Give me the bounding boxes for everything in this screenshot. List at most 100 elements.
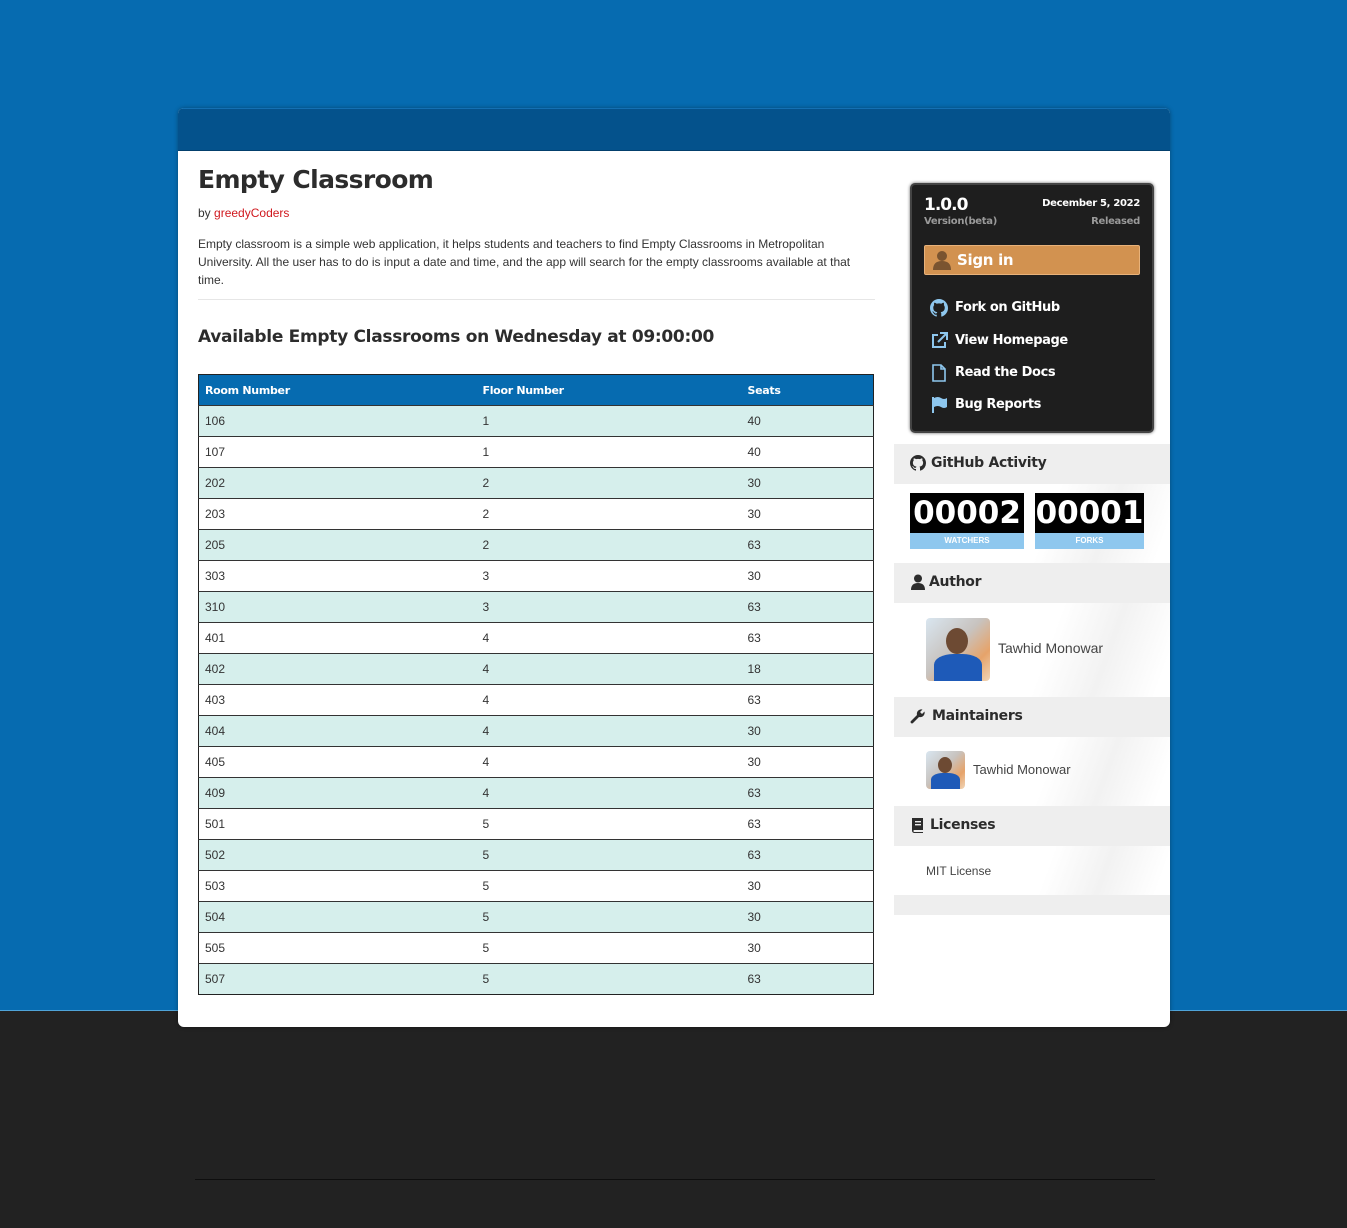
main-column: Empty Classroom by greedyCoders Empty cl…	[198, 164, 875, 995]
maintainers-heading: Maintainers	[932, 708, 1023, 724]
column-header-room-number: Room Number	[198, 374, 477, 406]
owner-link[interactable]: greedyCoders	[214, 206, 289, 220]
flag-icon	[932, 397, 947, 413]
release-date-label: Released	[1091, 216, 1140, 227]
wrench-icon	[910, 709, 925, 724]
seats-cell: 40	[741, 405, 874, 437]
forks-label: FORKS	[1035, 533, 1144, 549]
user-icon	[911, 574, 925, 590]
seats-cell: 30	[741, 715, 874, 747]
table-row: 107 1 40	[198, 436, 874, 468]
table-row: 402 4 18	[198, 653, 874, 685]
mit-license-link[interactable]: MIT License	[926, 864, 991, 878]
results-heading: Available Empty Classrooms on Wednesday …	[198, 327, 715, 347]
seats-cell: 30	[741, 932, 874, 964]
table-row: 202 2 30	[198, 467, 874, 499]
content-card: Empty Classroom by greedyCoders Empty cl…	[178, 108, 1170, 1027]
seats-cell: 18	[741, 653, 874, 685]
seats-cell: 30	[741, 560, 874, 592]
top-nav-bar	[178, 108, 1170, 151]
room-number-cell: 203	[198, 498, 477, 530]
floor-number-cell: 4	[476, 746, 742, 778]
seats-cell: 63	[741, 591, 874, 623]
column-header-seats: Seats	[741, 374, 874, 406]
watchers-counter[interactable]: 00002 WATCHERS	[910, 493, 1024, 549]
floor-number-cell: 4	[476, 684, 742, 716]
seats-cell: 30	[741, 901, 874, 933]
licenses-header: Licenses	[894, 806, 1170, 846]
avatar-face	[946, 628, 968, 654]
external-link-icon	[932, 332, 948, 348]
release-box: 1.0.0 Version(beta) December 5, 2022 Rel…	[910, 183, 1154, 433]
table-row: 106 1 40	[198, 405, 874, 437]
author-header: Author	[894, 563, 1170, 603]
author-name[interactable]: Tawhid Monowar	[998, 640, 1103, 656]
avatar-shirt	[934, 654, 982, 681]
book-icon	[911, 818, 923, 833]
avatar-face	[938, 757, 952, 773]
room-number-cell: 310	[198, 591, 477, 623]
room-number-cell: 404	[198, 715, 477, 747]
sign-in-label: Sign in	[957, 251, 1014, 269]
seats-cell: 63	[741, 622, 874, 654]
floor-number-cell: 1	[476, 405, 742, 437]
table-row: 205 2 63	[198, 529, 874, 561]
floor-number-cell: 3	[476, 591, 742, 623]
licenses-heading: Licenses	[930, 817, 996, 833]
watchers-count: 00002	[910, 493, 1024, 533]
table-row: 203 2 30	[198, 498, 874, 530]
github-icon	[910, 455, 926, 471]
user-icon	[933, 251, 951, 270]
maintainer-avatar[interactable]	[926, 751, 965, 789]
github-activity-header: GitHub Activity	[894, 444, 1170, 484]
seats-cell: 63	[741, 839, 874, 871]
table-row: 303 3 30	[198, 560, 874, 592]
read-the-docs-label: Read the Docs	[955, 365, 1056, 380]
maintainers-header: Maintainers	[894, 697, 1170, 737]
forks-counter[interactable]: 00001 FORKS	[1035, 493, 1144, 549]
seats-cell: 63	[741, 808, 874, 840]
table-row: 405 4 30	[198, 746, 874, 778]
room-number-cell: 303	[198, 560, 477, 592]
maintainer-name[interactable]: Tawhid Monowar	[973, 762, 1071, 777]
table-row: 409 4 63	[198, 777, 874, 809]
floor-number-cell: 5	[476, 808, 742, 840]
watchers-label: WATCHERS	[910, 533, 1024, 549]
floor-number-cell: 2	[476, 529, 742, 561]
view-homepage-label: View Homepage	[955, 333, 1068, 348]
room-number-cell: 405	[198, 746, 477, 778]
room-number-cell: 205	[198, 529, 477, 561]
floor-number-cell: 5	[476, 839, 742, 871]
seats-cell: 63	[741, 529, 874, 561]
table-row: 503 5 30	[198, 870, 874, 902]
table-row: 403 4 63	[198, 684, 874, 716]
byline: by greedyCoders	[198, 206, 875, 221]
github-icon	[930, 299, 948, 317]
table-row: 404 4 30	[198, 715, 874, 747]
table-row: 505 5 30	[198, 932, 874, 964]
version-number: 1.0.0	[924, 195, 968, 215]
room-number-cell: 403	[198, 684, 477, 716]
version-label: Version(beta)	[924, 216, 997, 227]
room-number-cell: 501	[198, 808, 477, 840]
project-description: Empty classroom is a simple web applicat…	[198, 237, 851, 287]
room-number-cell: 409	[198, 777, 477, 809]
classrooms-table: Room Number Floor Number Seats 106 1 40 107…	[198, 374, 874, 995]
room-number-cell: 202	[198, 467, 477, 499]
floor-number-cell: 4	[476, 715, 742, 747]
floor-number-cell: 4	[476, 777, 742, 809]
table-row: 501 5 63	[198, 808, 874, 840]
floor-number-cell: 3	[476, 560, 742, 592]
table-row: 310 3 63	[198, 591, 874, 623]
author-avatar[interactable]	[926, 618, 990, 681]
room-number-cell: 505	[198, 932, 477, 964]
room-number-cell: 402	[198, 653, 477, 685]
github-activity-body: 00002 WATCHERS 00001 FORKS	[894, 484, 1170, 563]
sign-in-button[interactable]: Sign in	[924, 245, 1140, 275]
seats-cell: 30	[741, 467, 874, 499]
floor-number-cell: 5	[476, 870, 742, 902]
seats-cell: 40	[741, 436, 874, 468]
author-body: Tawhid Monowar	[894, 603, 1170, 697]
room-number-cell: 401	[198, 622, 477, 654]
floor-number-cell: 5	[476, 901, 742, 933]
